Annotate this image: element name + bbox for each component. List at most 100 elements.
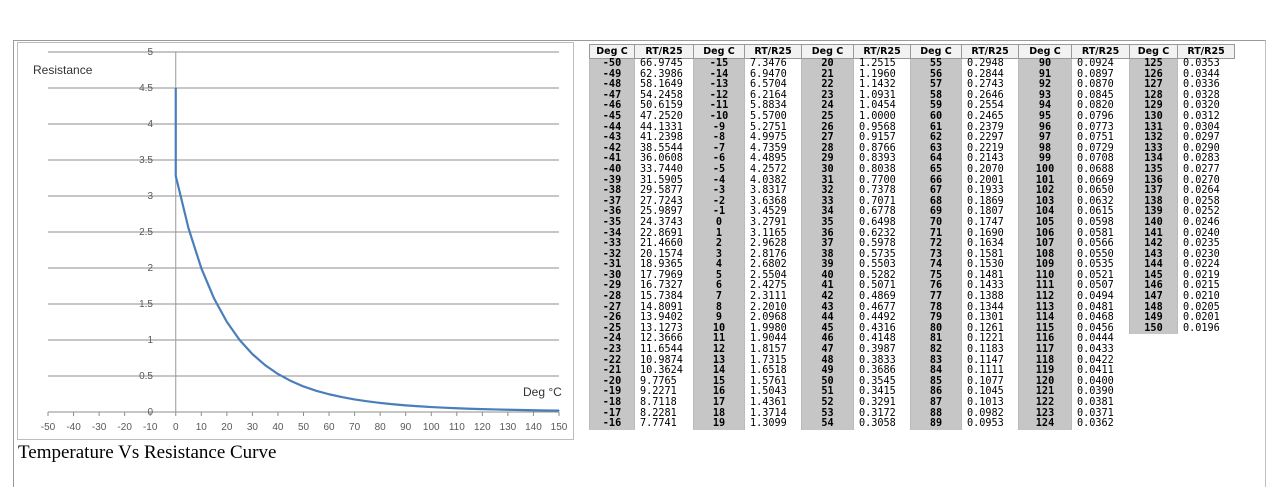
- deg-c-cell: [1129, 366, 1178, 377]
- curve-point: [239, 339, 241, 341]
- table-row: -22 10.9874 13 1.7315 48 0.3833 83 0.1147 118 0.0…: [589, 355, 1235, 367]
- deg-c-cell: 135: [1129, 164, 1178, 176]
- deg-c-header: Deg C: [801, 44, 854, 59]
- curve-point: [366, 400, 368, 402]
- deg-c-cell: 65: [910, 164, 962, 176]
- ratio-cell: [1177, 376, 1235, 388]
- deg-c-cell: 125: [1129, 58, 1178, 70]
- deg-c-cell: 90: [1018, 58, 1072, 70]
- deg-c-cell: 60: [910, 111, 962, 123]
- ratio-cell: 7.7741: [634, 419, 694, 430]
- deg-c-cell: 0: [693, 217, 745, 229]
- deg-c-cell: 140: [1129, 217, 1178, 229]
- deg-c-cell: 122: [1018, 397, 1072, 409]
- curve-point: [481, 408, 483, 410]
- table-row: -31 18.9365 4 2.6802 39 0.5503 74 0.1530 109 0.05…: [589, 260, 1235, 271]
- x-tick-label: 100: [423, 422, 440, 433]
- curve-point: [213, 297, 215, 300]
- curve-point: [226, 321, 228, 323]
- table-row: -16 7.7741 19 1.3099 54 0.3058 89 0.0953 124 0.03…: [589, 419, 1235, 430]
- x-tick-label: -30: [92, 422, 107, 433]
- ratio-cell: 0.8038: [853, 164, 911, 176]
- curve-point: [405, 404, 407, 406]
- ratio-cell: 0.0353: [1177, 58, 1235, 70]
- y-tick-label: 1: [147, 335, 153, 346]
- x-tick-label: 110: [449, 422, 465, 433]
- deg-c-header: Deg C: [1018, 44, 1072, 59]
- ratio-header: RT/R25: [634, 44, 694, 59]
- deg-c-cell: [1129, 398, 1178, 409]
- ratio-cell: 0.0246: [1177, 217, 1235, 229]
- deg-c-cell: [1129, 334, 1178, 346]
- curve-point: [354, 398, 356, 401]
- deg-c-cell: -5: [693, 164, 745, 176]
- deg-c-cell: [1129, 345, 1178, 356]
- deg-c-cell: -16: [589, 419, 635, 430]
- y-tick-label: 4: [147, 119, 153, 130]
- curve-point: [328, 393, 330, 395]
- deg-c-cell: [1129, 387, 1178, 398]
- table-row: -47 54.2458 -12 6.2164 23 1.0931 58 0.2646 93 0.0…: [589, 90, 1235, 102]
- ratio-cell: [1177, 408, 1235, 420]
- ratio-cell: [1177, 419, 1235, 430]
- deg-c-cell: 55: [910, 58, 962, 70]
- table-row: -36 25.9897 -1 3.4529 34 0.6778 69 0.1807 104 0.0…: [589, 207, 1235, 218]
- table-row: -34 22.8691 1 3.1165 36 0.6232 71 0.1690 106 0.05…: [589, 228, 1235, 240]
- table-row: -33 21.4660 2 2.9628 37 0.5978 72 0.1634 107 0.05…: [589, 238, 1235, 250]
- ratio-cell: [1177, 355, 1235, 367]
- ratio-header: RT/R25: [1177, 44, 1235, 59]
- curve-point: [456, 407, 458, 409]
- ratio-header: RT/R25: [744, 44, 802, 59]
- ratio-cell: 66.9745: [634, 58, 694, 70]
- x-tick-label: 20: [221, 422, 233, 433]
- deg-c-cell: [1129, 408, 1178, 420]
- deg-c-cell: 17: [693, 397, 745, 409]
- deg-c-cell: 124: [1018, 419, 1072, 430]
- deg-c-cell: [1129, 419, 1178, 430]
- ratio-cell: 0.3291: [853, 397, 911, 409]
- curve-point: [507, 409, 509, 411]
- ratio-cell: 0.0277: [1177, 164, 1235, 176]
- ratio-cell: 1.0000: [853, 111, 911, 123]
- x-tick-label: 90: [400, 422, 412, 433]
- ratio-cell: 0.2948: [961, 58, 1019, 70]
- deg-c-cell: 89: [910, 419, 962, 430]
- deg-c-cell: -45: [589, 111, 635, 123]
- table-row: -50 66.9745 -15 7.3476 20 1.2515 55 0.2948 90 0.0…: [589, 58, 1235, 70]
- ratio-cell: 8.7118: [634, 397, 694, 409]
- deg-c-header: Deg C: [693, 44, 745, 59]
- table-body: -50 66.9745 -15 7.3476 20 1.2515 55 0.2948 90 0.0…: [589, 58, 1235, 430]
- curve-point: [341, 396, 343, 398]
- deg-c-header: Deg C: [1129, 44, 1178, 59]
- x-tick-label: -40: [66, 422, 81, 433]
- ratio-header: RT/R25: [961, 44, 1019, 59]
- y-tick-label: 0.5: [139, 371, 153, 382]
- table-row: -49 62.3986 -14 6.9470 21 1.1960 56 0.2844 91 0.0…: [589, 69, 1235, 81]
- x-tick-label: 60: [323, 422, 335, 433]
- ratio-cell: 0.1013: [961, 397, 1019, 409]
- curve-point: [417, 405, 420, 407]
- deg-c-cell: -18: [589, 397, 635, 409]
- x-tick-label: 50: [298, 422, 310, 433]
- table-row: -17 8.2281 18 1.3714 53 0.3172 88 0.0982 123 0.03…: [589, 408, 1235, 420]
- curve-point: [532, 409, 535, 411]
- ratio-cell: 1.3099: [744, 419, 802, 430]
- x-tick-label: 40: [272, 422, 284, 433]
- curve-point: [315, 390, 317, 392]
- deg-c-cell: -40: [589, 164, 635, 176]
- ratio-cell: 0.6498: [853, 217, 911, 229]
- ratio-cell: 5.5700: [744, 111, 802, 123]
- table-row: -32 20.1574 3 2.8176 38 0.5735 73 0.1581 108 0.05…: [589, 249, 1235, 261]
- deg-c-cell: 30: [801, 164, 854, 176]
- y-axis-title: Resistance: [33, 63, 93, 77]
- table-header-row: Deg C RT/R25 Deg C RT/R25 Deg C RT/R25 Deg C RT…: [589, 44, 1235, 59]
- curve-point: [290, 380, 292, 382]
- curve-point: [187, 227, 190, 229]
- deg-c-cell: 150: [1129, 323, 1178, 335]
- deg-c-cell: -35: [589, 217, 635, 229]
- table-row: -41 36.0608 -6 4.4895 29 0.8393 64 0.2143 99 0.07…: [589, 154, 1235, 165]
- curve-point: [302, 385, 305, 388]
- table-row: -37 27.7243 -2 3.6368 33 0.7071 68 0.1869 103 0.0…: [589, 196, 1235, 208]
- ratio-cell: 47.2520: [634, 111, 694, 123]
- ratio-cell: [1177, 334, 1235, 346]
